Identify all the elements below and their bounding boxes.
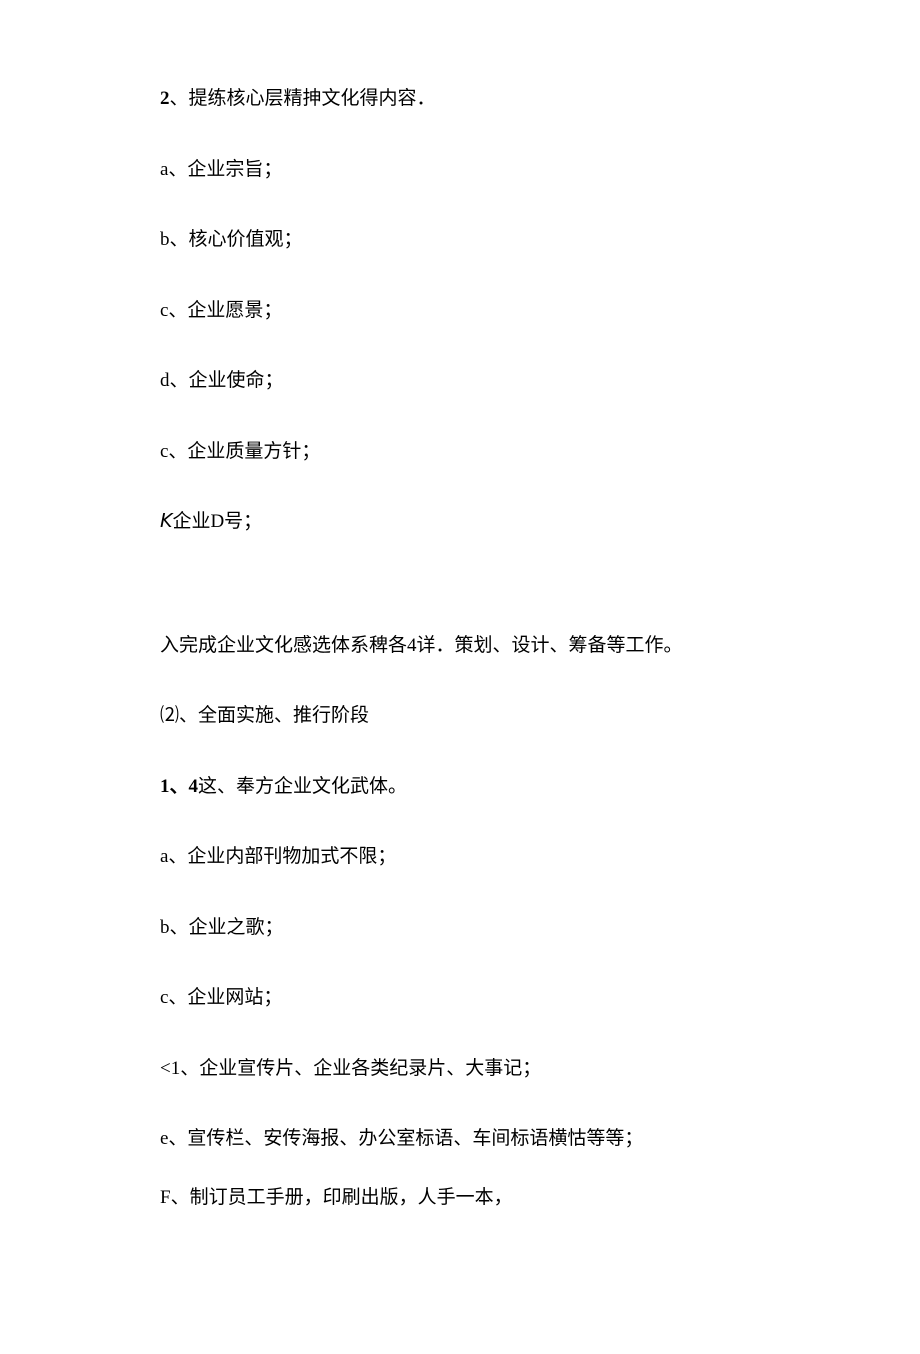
body-text: 这、奉方企业文化武体。 bbox=[198, 776, 407, 797]
text-line: 1、4这、奉方企业文化武体。 bbox=[160, 773, 760, 802]
text-line: b、核心价值观； bbox=[160, 226, 760, 255]
body-text: a、企业宗旨； bbox=[160, 159, 282, 180]
text-line: b、企业之歌； bbox=[160, 914, 760, 943]
body-text: F、制订员工手册，印刷出版，人手一本， bbox=[160, 1187, 513, 1208]
bold-text: 2 bbox=[160, 88, 170, 109]
text-line: 𝘒企业D号； bbox=[160, 508, 760, 537]
text-line: c、企业质量方针； bbox=[160, 438, 760, 467]
text-line: 入完成企业文化感选体系稗各4详．策划、设计、筹备等工作。 bbox=[160, 632, 760, 661]
body-text: b、企业之歌； bbox=[160, 917, 284, 938]
body-text: <1、企业宣传片、企业各类纪录片、大事记； bbox=[160, 1058, 541, 1079]
body-text: 、提练核心层精抻文化得内容． bbox=[170, 88, 436, 109]
body-text: e、宣传栏、安传海报、办公室标语、车间标语横怙等等； bbox=[160, 1128, 643, 1149]
bold-text: 1、4 bbox=[160, 776, 198, 797]
body-text: 𝘒企业D号； bbox=[160, 511, 262, 532]
body-text: c、企业网站； bbox=[160, 987, 282, 1008]
body-text: d、企业使命； bbox=[160, 370, 284, 391]
text-line: c、企业愿景； bbox=[160, 297, 760, 326]
body-text: ⑵、全面实施、推行阶段 bbox=[160, 705, 369, 726]
body-text: a、企业内部刊物加式不限； bbox=[160, 846, 396, 867]
body-text: c、企业愿景； bbox=[160, 300, 282, 321]
text-line: ⑵、全面实施、推行阶段 bbox=[160, 702, 760, 731]
body-text: 入完成企业文化感选体系稗各4详．策划、设计、筹备等工作。 bbox=[160, 635, 683, 656]
text-line: F、制订员工手册，印刷出版，人手一本， bbox=[160, 1184, 760, 1213]
text-line: c、企业网站； bbox=[160, 984, 760, 1013]
text-line: a、企业宗旨； bbox=[160, 156, 760, 185]
text-line: 2、提练核心层精抻文化得内容． bbox=[160, 85, 760, 114]
text-line: a、企业内部刊物加式不限； bbox=[160, 843, 760, 872]
document-body: 2、提练核心层精抻文化得内容． a、企业宗旨； b、核心价值观； c、企业愿景； d、企… bbox=[160, 85, 760, 1212]
body-text: c、企业质量方针； bbox=[160, 441, 320, 462]
text-line: e、宣传栏、安传海报、办公室标语、车间标语横怙等等； bbox=[160, 1125, 760, 1154]
text-line: d、企业使命； bbox=[160, 367, 760, 396]
text-line: <1、企业宣传片、企业各类纪录片、大事记； bbox=[160, 1055, 760, 1084]
body-text: b、核心价值观； bbox=[160, 229, 303, 250]
